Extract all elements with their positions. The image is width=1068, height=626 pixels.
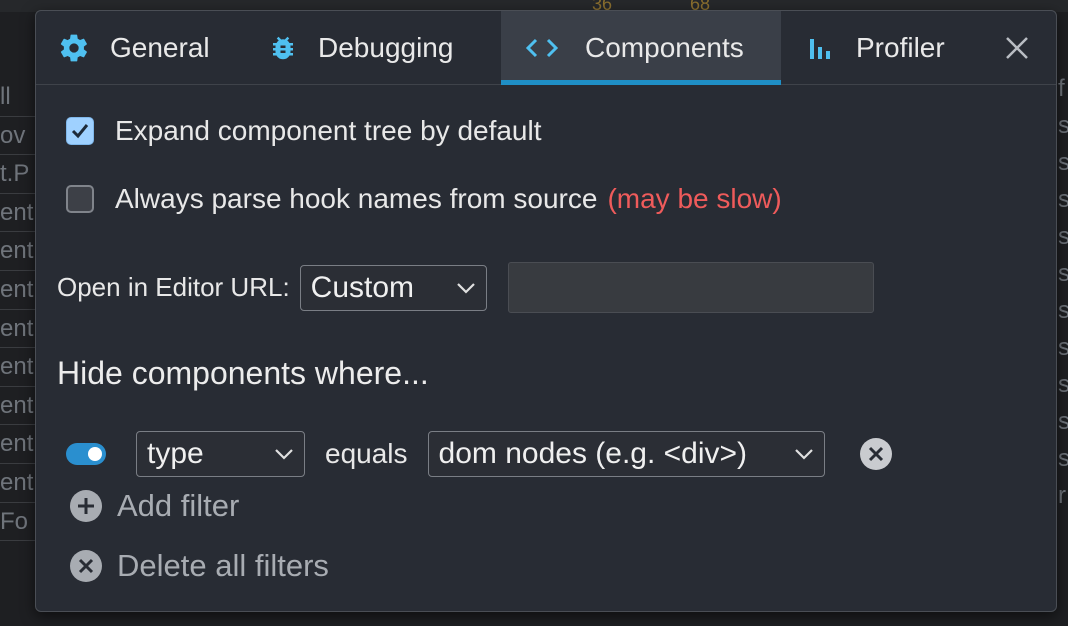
tab-general[interactable]: General <box>58 11 248 85</box>
tab-label: Components <box>585 32 744 63</box>
background-row: ent <box>0 194 36 233</box>
tab-label: General <box>110 32 210 63</box>
background-row: s <box>1058 408 1068 435</box>
editor-preset-select[interactable]: Custom <box>299 264 487 311</box>
code-brackets-icon <box>525 34 559 62</box>
bar-chart-icon <box>806 33 836 63</box>
plus-circle-icon <box>69 489 103 523</box>
background-row: ent <box>0 271 36 310</box>
background-row: Fo <box>0 503 36 542</box>
gear-icon <box>58 32 90 64</box>
hide-components-title: Hide components where... <box>57 355 429 391</box>
background-side-list: f s s s s s s s s s s r <box>1058 70 1068 626</box>
delete-all-filters-label: Delete all filters <box>117 548 329 583</box>
editor-url-setting: Open in Editor URL: Custom <box>57 262 874 313</box>
background-row: s <box>1058 149 1068 176</box>
editor-preset-value: Custom <box>310 270 415 304</box>
expand-tree-checkbox[interactable] <box>66 117 94 145</box>
chevron-down-icon <box>794 449 813 460</box>
tab-label: Profiler <box>856 32 945 63</box>
background-row: ent <box>0 425 36 464</box>
background-row: s <box>1058 112 1068 139</box>
background-row: ent <box>0 464 36 503</box>
expand-tree-label: Expand component tree by default <box>115 115 542 146</box>
background-row: ent <box>0 387 36 426</box>
background-row: f <box>1058 75 1065 102</box>
filter-enabled-toggle[interactable] <box>66 443 106 465</box>
checkmark-icon <box>71 124 89 139</box>
background-row: s <box>1058 186 1068 213</box>
background-row: s <box>1058 334 1068 361</box>
add-filter-label: Add filter <box>117 488 240 523</box>
settings-tab-bar: General Debugging Components Profiler <box>36 11 1056 85</box>
remove-filter-icon[interactable] <box>859 437 893 471</box>
parse-hooks-setting: Always parse hook names from source (may… <box>66 183 782 215</box>
background-row: ll <box>0 78 36 117</box>
background-row: ov <box>0 117 36 156</box>
tab-label: Debugging <box>318 32 454 63</box>
add-filter-button[interactable]: Add filter <box>69 488 239 524</box>
filter-field-value: type <box>147 437 204 470</box>
background-tree-list: ll ov t.P ent ent ent ent ent ent ent en… <box>0 78 36 626</box>
remove-circle-icon <box>69 549 103 583</box>
background-row: s <box>1058 445 1068 472</box>
background-row: r <box>1058 482 1066 509</box>
filter-value: dom nodes (e.g. <div>) <box>438 437 748 470</box>
parse-hooks-checkbox[interactable] <box>66 185 94 213</box>
background-row: ent <box>0 232 36 271</box>
slow-warning: (may be slow) <box>607 183 782 214</box>
editor-url-input[interactable] <box>507 262 874 313</box>
components-settings-panel: Expand component tree by default Always … <box>36 85 1056 611</box>
bug-icon <box>268 32 298 64</box>
tab-components[interactable]: Components <box>501 11 781 85</box>
background-row: s <box>1058 260 1068 287</box>
settings-dialog: General Debugging Components Profiler Ex… <box>35 10 1057 612</box>
tab-debugging[interactable]: Debugging <box>268 11 498 85</box>
background-row: ent <box>0 348 36 387</box>
expand-tree-setting: Expand component tree by default <box>66 115 542 147</box>
background-row: ent <box>0 310 36 349</box>
filter-row: type equals dom nodes (e.g. <div>) <box>66 431 893 477</box>
background-row: s <box>1058 297 1068 324</box>
background-row: s <box>1058 223 1068 250</box>
background-row: t.P <box>0 155 36 194</box>
filter-value-select[interactable]: dom nodes (e.g. <div>) <box>427 431 825 477</box>
chevron-down-icon <box>456 282 475 294</box>
chevron-down-icon <box>275 449 293 460</box>
close-icon[interactable] <box>1002 33 1032 63</box>
tab-profiler[interactable]: Profiler <box>806 11 976 85</box>
parse-hooks-label: Always parse hook names from source <box>115 183 598 214</box>
toggle-knob <box>88 447 102 461</box>
filter-field-select[interactable]: type <box>136 431 305 477</box>
editor-url-label: Open in Editor URL: <box>57 272 290 302</box>
delete-all-filters-button[interactable]: Delete all filters <box>69 548 329 584</box>
background-row: s <box>1058 371 1068 398</box>
filter-operator: equals <box>325 438 408 469</box>
